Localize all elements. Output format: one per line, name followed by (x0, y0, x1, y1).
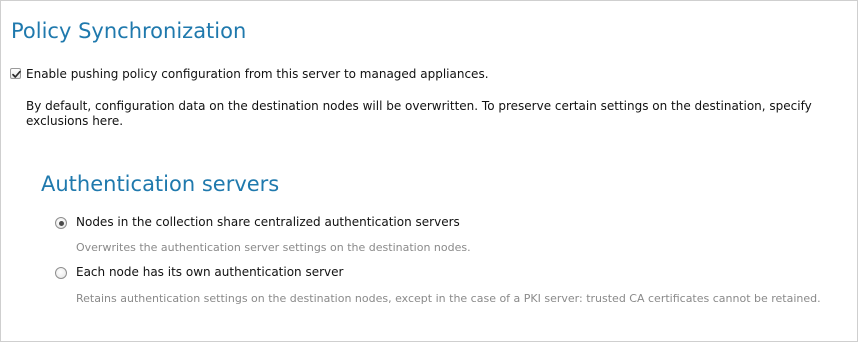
option-own-auth-description: Retains authentication settings on the d… (76, 292, 821, 305)
option-centralized-auth-description: Overwrites the authentication server set… (76, 241, 471, 254)
enable-push-label[interactable]: Enable pushing policy configuration from… (26, 67, 489, 81)
policy-sync-panel: Policy Synchronization Enable pushing po… (0, 0, 858, 342)
radio-own-auth[interactable] (55, 267, 67, 279)
enable-push-checkbox[interactable] (10, 68, 21, 79)
overwrite-description: By default, configuration data on the de… (26, 99, 812, 128)
option-centralized-auth-label[interactable]: Nodes in the collection share centralize… (76, 215, 460, 229)
option-own-auth-label[interactable]: Each node has its own authentication ser… (76, 265, 343, 279)
section-title: Policy Synchronization (11, 19, 247, 43)
radio-centralized-auth[interactable] (55, 217, 67, 229)
checkmark-icon (12, 70, 21, 78)
auth-servers-title: Authentication servers (41, 172, 280, 196)
radio-selected-dot-icon (58, 220, 64, 226)
